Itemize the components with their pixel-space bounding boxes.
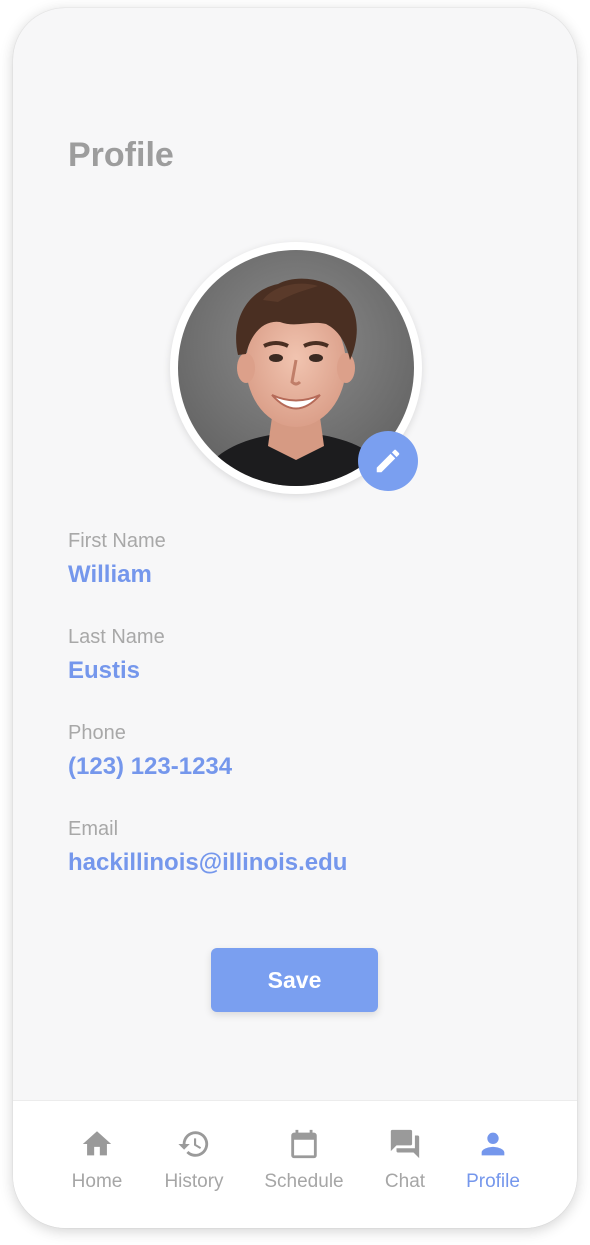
phone-value[interactable]: (123) 123-1234: [68, 753, 232, 781]
tab-schedule[interactable]: Schedule: [254, 1127, 354, 1197]
phone-field[interactable]: Phone (123) 123-1234: [68, 722, 232, 781]
calendar-icon: [291, 1129, 317, 1159]
last-name-value[interactable]: Eustis: [68, 657, 165, 685]
tab-home[interactable]: Home: [47, 1127, 147, 1197]
tab-history-label: History: [164, 1171, 224, 1192]
tab-history[interactable]: History: [144, 1127, 244, 1197]
save-button[interactable]: Save: [211, 948, 378, 1012]
tab-chat[interactable]: Chat: [355, 1127, 455, 1197]
edit-photo-button[interactable]: [358, 431, 418, 491]
tab-profile[interactable]: Profile: [443, 1127, 543, 1197]
phone-frame: Profile First Name William Last Name Eus…: [13, 8, 577, 1228]
email-label: Email: [68, 818, 119, 840]
email-value[interactable]: hackillinois@illinois.edu: [68, 849, 347, 877]
first-name-label: First Name: [68, 530, 166, 552]
email-field[interactable]: Email hackillinois@illinois.edu: [68, 818, 347, 877]
home-icon: [82, 1131, 112, 1156]
page-title: Profile: [68, 136, 174, 174]
tab-chat-label: Chat: [384, 1171, 426, 1192]
pencil-icon: [376, 449, 400, 473]
chat-icon: [390, 1129, 420, 1159]
first-name-value[interactable]: William: [68, 561, 166, 589]
avatar-container: [170, 242, 422, 494]
bottom-tab-bar: Home History Schedule Chat Profile: [13, 1100, 577, 1228]
first-name-field[interactable]: First Name William: [68, 530, 166, 589]
tab-profile-label: Profile: [466, 1171, 520, 1192]
tab-home-label: Home: [71, 1171, 123, 1192]
history-icon: [178, 1131, 209, 1157]
phone-label: Phone: [68, 722, 126, 744]
tab-schedule-label: Schedule: [264, 1171, 344, 1192]
last-name-label: Last Name: [68, 626, 165, 648]
last-name-field[interactable]: Last Name Eustis: [68, 626, 165, 685]
person-icon: [481, 1132, 505, 1156]
